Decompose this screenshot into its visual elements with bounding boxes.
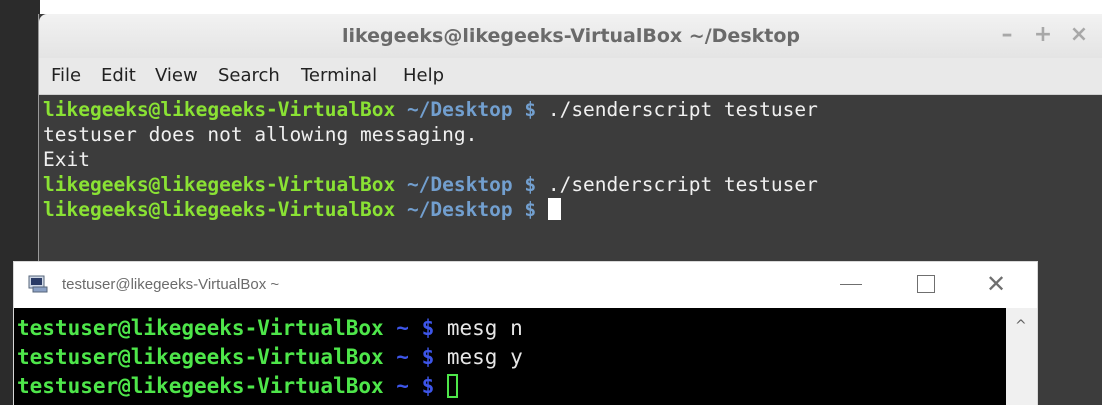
menu-help[interactable]: Help — [403, 65, 444, 86]
prompt-path: ~ $ — [383, 374, 435, 398]
terminal-line: testuser does not allowing messaging. — [43, 123, 478, 146]
prompt-user: likegeeks@likegeeks-VirtualBox — [43, 198, 396, 221]
prompt-path: ~/Desktop $ — [395, 198, 537, 221]
close-icon[interactable]: ✕ — [986, 270, 1006, 298]
prompt-path: ~ $ — [383, 316, 435, 340]
prompt-user: testuser@likegeeks-VirtualBox — [17, 374, 384, 398]
terminal-app-icon — [28, 275, 48, 293]
menu-bar: File Edit View Search Terminal Help — [39, 58, 1102, 95]
prompt-path: ~/Desktop $ — [395, 173, 537, 196]
menu-edit[interactable]: Edit — [101, 65, 136, 86]
text-cursor — [446, 374, 458, 398]
terminal-line: likegeeks@likegeeks-VirtualBox ~/Desktop… — [43, 172, 818, 197]
command-text: ./senderscript testuser — [536, 98, 818, 121]
prompt-user: testuser@likegeeks-VirtualBox — [17, 345, 384, 369]
minimize-icon[interactable] — [840, 284, 862, 285]
command-text: mesg y — [434, 345, 523, 369]
prompt-path: ~ $ — [383, 345, 435, 369]
terminal-line: Exit — [43, 148, 90, 171]
menu-file[interactable]: File — [51, 65, 81, 86]
command-text: ./senderscript testuser — [536, 173, 818, 196]
terminal-line: likegeeks@likegeeks-VirtualBox ~/Desktop… — [43, 97, 818, 122]
window-title: likegeeks@likegeeks-VirtualBox ~/Desktop — [341, 25, 800, 47]
command-text: mesg n — [434, 316, 523, 340]
terminal-line: testuser@likegeeks-VirtualBox ~ $ mesg n — [17, 314, 523, 343]
maximize-icon[interactable]: + — [1033, 22, 1053, 48]
window-title: testuser@likegeeks-VirtualBox ~ — [62, 276, 280, 293]
terminal-line: testuser@likegeeks-VirtualBox ~ $ — [17, 372, 523, 401]
scroll-up-icon[interactable]: ^ — [1015, 318, 1027, 334]
command-text — [434, 374, 447, 398]
text-cursor — [547, 198, 561, 220]
window-titlebar[interactable]: likegeeks@likegeeks-VirtualBox ~/Desktop… — [39, 14, 1102, 58]
prompt-user: testuser@likegeeks-VirtualBox — [17, 316, 384, 340]
minimize-icon[interactable]: – — [997, 22, 1017, 48]
prompt-user: likegeeks@likegeeks-VirtualBox — [43, 173, 396, 196]
close-icon[interactable]: × — [1069, 22, 1089, 48]
terminal-window-testuser[interactable]: testuser@likegeeks-VirtualBox ~ ✕ testus… — [14, 262, 1037, 405]
prompt-path: ~/Desktop $ — [395, 98, 537, 121]
terminal-line: likegeeks@likegeeks-VirtualBox ~/Desktop… — [43, 197, 818, 222]
terminal-line: testuser@likegeeks-VirtualBox ~ $ mesg y — [17, 343, 523, 372]
prompt-user: likegeeks@likegeeks-VirtualBox — [43, 98, 396, 121]
desktop-top — [0, 0, 1102, 14]
window-titlebar[interactable]: testuser@likegeeks-VirtualBox ~ ✕ — [14, 262, 1037, 308]
terminal-output[interactable]: testuser@likegeeks-VirtualBox ~ $ mesg n… — [17, 314, 523, 401]
terminal-output[interactable]: likegeeks@likegeeks-VirtualBox ~/Desktop… — [43, 97, 818, 222]
command-text — [536, 198, 548, 221]
vertical-scrollbar[interactable]: ^ — [1006, 308, 1037, 405]
menu-view[interactable]: View — [155, 65, 198, 86]
window-controls: – + × — [997, 22, 1089, 48]
menu-terminal[interactable]: Terminal — [301, 65, 377, 86]
maximize-icon[interactable] — [917, 275, 935, 293]
menu-search[interactable]: Search — [218, 65, 280, 86]
